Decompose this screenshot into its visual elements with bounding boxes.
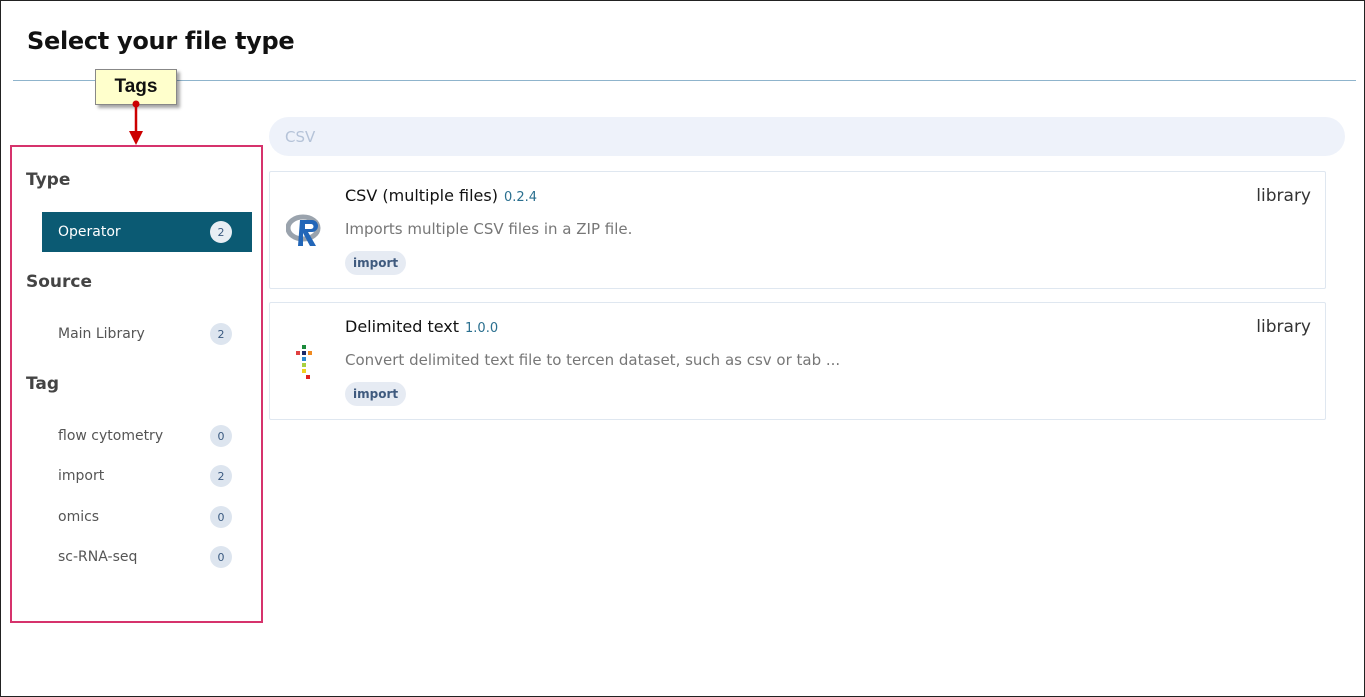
result-description: Convert delimited text file to tercen da…	[345, 351, 841, 369]
result-tag[interactable]: import	[345, 251, 407, 275]
result-description: Imports multiple CSV files in a ZIP file…	[345, 220, 633, 238]
facet-label: sc-RNA-seq	[58, 549, 138, 565]
facet-label: omics	[58, 509, 100, 525]
search-bar	[269, 117, 1345, 156]
facet-count: 0	[210, 546, 232, 568]
filter-group-title-tag: Tag	[26, 374, 60, 394]
facet-label: import	[58, 468, 105, 484]
facet-tag-sc-rna-seq[interactable]: sc-RNA-seq 0	[42, 537, 252, 577]
facet-label: Main Library	[58, 326, 145, 342]
facet-tag-omics[interactable]: omics 0	[42, 497, 252, 537]
facet-count: 0	[210, 425, 232, 447]
facet-type-operator[interactable]: Operator 2	[42, 212, 252, 252]
callout-arrow-icon	[129, 100, 143, 145]
result-title-text: Delimited text	[345, 317, 460, 336]
result-tag[interactable]: import	[345, 382, 407, 406]
facet-source-main-library[interactable]: Main Library 2	[42, 314, 252, 354]
tercen-logo-icon	[296, 345, 312, 379]
result-source: library	[1256, 186, 1311, 206]
filter-panel: Type Operator 2 Source Main Library 2 Ta…	[10, 145, 263, 623]
result-title: CSV (multiple files) 0.2.4	[345, 186, 537, 205]
result-card-csv-multiple-files[interactable]: CSV (multiple files) 0.2.4 library Import…	[269, 171, 1326, 289]
result-title-text: CSV (multiple files)	[345, 186, 498, 205]
filter-group-title-source: Source	[26, 272, 93, 292]
facet-tag-import[interactable]: import 2	[42, 456, 252, 496]
search-input[interactable]	[283, 126, 1331, 147]
result-version: 0.2.4	[503, 190, 538, 205]
facet-tag-flow-cytometry[interactable]: flow cytometry 0	[42, 416, 252, 456]
filter-group-title-type: Type	[26, 170, 71, 190]
result-source: library	[1256, 317, 1311, 337]
facet-label: flow cytometry	[58, 428, 164, 444]
result-version: 1.0.0	[465, 321, 499, 336]
result-card-delimited-text[interactable]: Delimited text 1.0.0 library Convert deli…	[269, 302, 1326, 420]
r-logo-icon	[286, 214, 321, 246]
facet-count: 2	[210, 465, 232, 487]
title-divider	[13, 80, 1356, 81]
facet-count: 2	[210, 323, 232, 345]
page-title: Select your file type	[27, 27, 295, 55]
result-title: Delimited text 1.0.0	[345, 317, 498, 336]
facet-label: Operator	[58, 224, 121, 240]
facet-count: 0	[210, 506, 232, 528]
facet-count: 2	[210, 221, 232, 243]
